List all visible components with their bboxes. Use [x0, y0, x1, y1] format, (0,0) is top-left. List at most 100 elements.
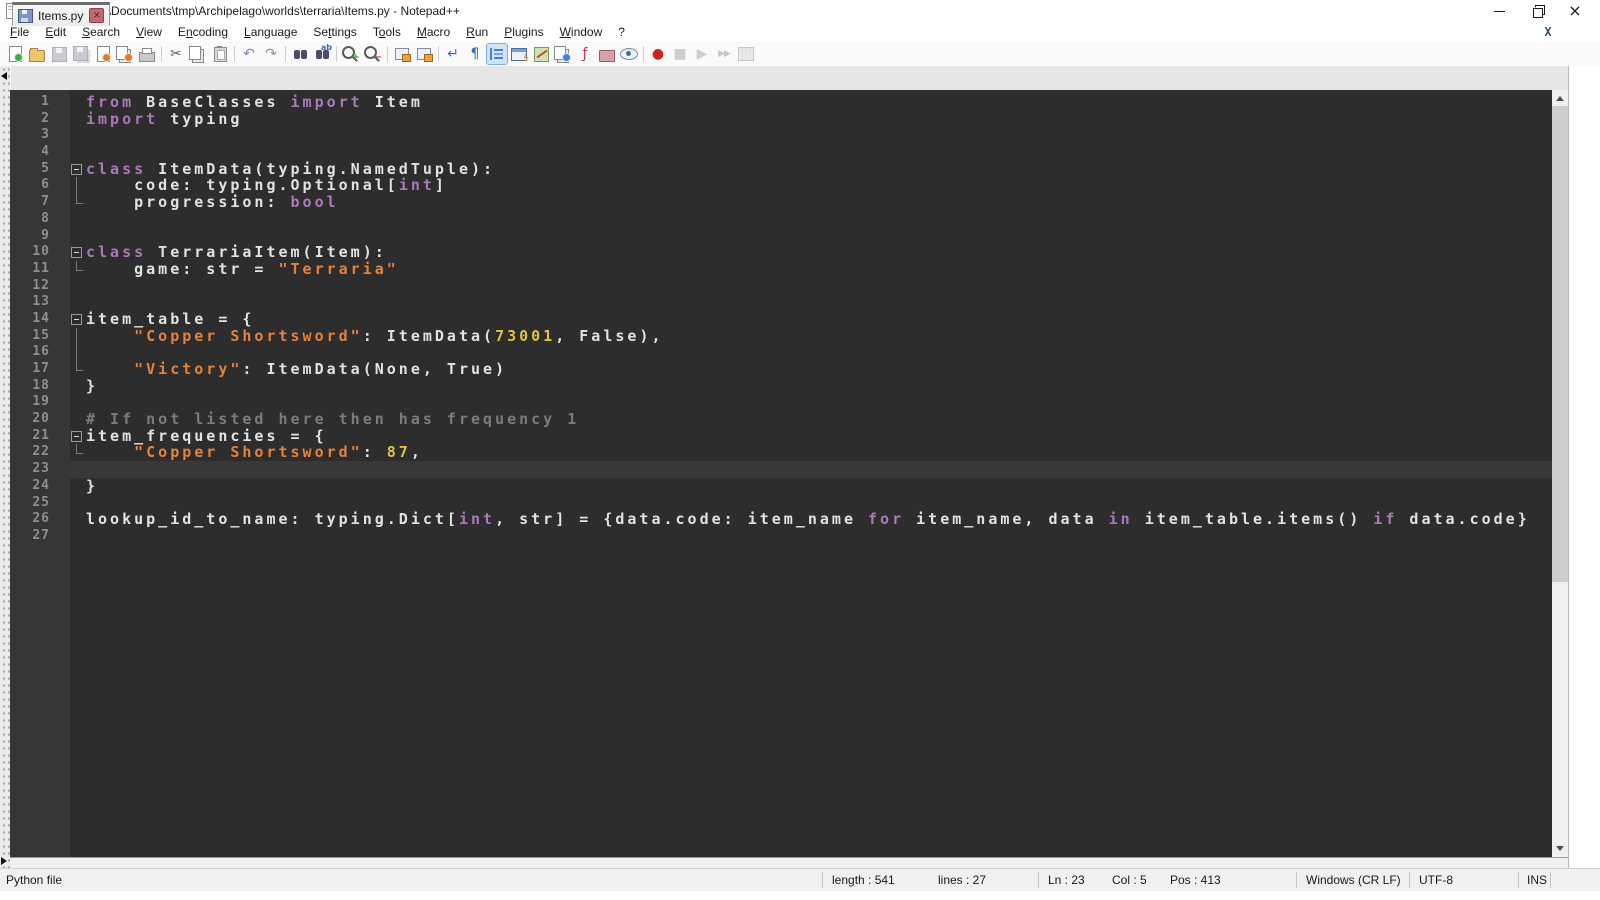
find-icon[interactable] — [290, 44, 310, 64]
line-number: 10 — [10, 244, 50, 261]
line-number: 4 — [10, 144, 50, 161]
menu-item-macro[interactable]: Macro — [409, 23, 458, 41]
tab-scroll-left-icon[interactable] — [1, 72, 7, 80]
tab-close-icon[interactable]: ✕ — [89, 8, 104, 23]
code-line-10: 10class TerrariaItem(Item): — [10, 244, 1552, 261]
zoom-in-icon[interactable]: + — [341, 44, 361, 64]
line-number: 3 — [10, 127, 50, 144]
close-file-icon[interactable] — [93, 44, 113, 64]
word-wrap-icon[interactable]: ↵ — [443, 44, 463, 64]
menu-item-tools[interactable]: Tools — [365, 23, 409, 41]
show-indent-guide-icon[interactable] — [487, 44, 507, 64]
status-column: Col : 5 — [1112, 873, 1147, 887]
code-lines: 1from BaseClasses import Item2import typ… — [10, 94, 1552, 545]
minimize-button[interactable] — [1480, 0, 1518, 22]
close-all-files-icon[interactable] — [115, 44, 135, 64]
replace-icon[interactable]: ab — [312, 44, 332, 64]
close-document-icon[interactable]: X — [1540, 24, 1556, 40]
macro-record-icon[interactable]: ● — [648, 44, 668, 64]
splitter-arrow-icon[interactable] — [1, 857, 7, 865]
macro-save-icon[interactable] — [736, 44, 756, 64]
copy-icon[interactable] — [188, 44, 208, 64]
fold-margin — [50, 528, 86, 545]
zoom-out-icon[interactable]: − — [363, 44, 383, 64]
menu-item-language[interactable]: Language — [236, 23, 305, 41]
line-number: 14 — [10, 311, 50, 328]
undo-icon[interactable]: ↶ — [239, 44, 259, 64]
document-list-icon[interactable] — [553, 44, 573, 64]
menu-item-plugins[interactable]: Plugins — [496, 23, 551, 41]
open-file-icon[interactable] — [27, 44, 47, 64]
macro-stop-icon[interactable]: ■ — [670, 44, 690, 64]
line-number: 5 — [10, 161, 50, 178]
scroll-down-icon[interactable] — [1552, 840, 1568, 857]
monitoring-icon[interactable] — [619, 44, 639, 64]
scrollbar-thumb[interactable] — [1552, 106, 1568, 582]
code-text: class ItemData(typing.NamedTuple): — [86, 161, 495, 178]
paste-icon[interactable] — [210, 44, 230, 64]
fold-marker[interactable] — [50, 428, 86, 445]
fold-margin — [50, 261, 86, 278]
new-file-icon[interactable] — [5, 44, 25, 64]
menu-item-settings[interactable]: Settings — [305, 23, 364, 41]
menu-item-run[interactable]: Run — [458, 23, 496, 41]
menu-item-encoding[interactable]: Encoding — [170, 23, 236, 41]
cut-icon[interactable]: ✂ — [166, 44, 186, 64]
code-line-19: 19 — [10, 394, 1552, 411]
save-file-icon[interactable] — [49, 44, 69, 64]
code-text: import typing — [86, 111, 242, 128]
code-text: lookup_id_to_name: typing.Dict[int, str]… — [86, 511, 1530, 528]
document-map-icon[interactable] — [531, 44, 551, 64]
code-line-18: 18} — [10, 378, 1552, 395]
code-line-24: 24} — [10, 478, 1552, 495]
line-number: 26 — [10, 511, 50, 528]
code-line-16: 16 — [10, 344, 1552, 361]
fold-margin — [50, 94, 86, 111]
status-lines: lines : 27 — [938, 873, 986, 887]
save-all-icon[interactable] — [71, 44, 91, 64]
fold-margin — [50, 278, 86, 295]
scroll-up-icon[interactable] — [1552, 90, 1568, 107]
toolbar-separator — [643, 46, 644, 62]
close-button[interactable]: × — [1556, 0, 1594, 22]
macro-run-multiple-icon[interactable]: ▶▶ — [714, 44, 734, 64]
menu-item-window[interactable]: Window — [552, 23, 611, 41]
line-number: 17 — [10, 361, 50, 378]
code-line-17: 17 "Victory": ItemData(None, True) — [10, 361, 1552, 378]
fold-marker[interactable] — [50, 161, 86, 178]
status-doc-type: Python file — [6, 873, 62, 887]
fold-margin — [50, 378, 86, 395]
line-number: 22 — [10, 444, 50, 461]
title-bar: C:\Users\Dood\Documents\tmp\Archipelago\… — [0, 0, 1600, 22]
macro-play-icon[interactable]: ▶ — [692, 44, 712, 64]
code-text: from BaseClasses import Item — [86, 94, 423, 111]
restore-button[interactable] — [1518, 0, 1556, 22]
status-insert-mode: INS — [1527, 873, 1547, 887]
folder-as-workspace-icon[interactable] — [597, 44, 617, 64]
fold-margin — [50, 294, 86, 311]
code-text: item_frequencies = { — [86, 428, 327, 445]
sync-vertical-scroll-icon[interactable] — [392, 44, 412, 64]
line-number: 11 — [10, 261, 50, 278]
menu-item-view[interactable]: View — [128, 23, 170, 41]
print-icon[interactable] — [137, 44, 157, 64]
function-list-icon[interactable]: ƒ — [575, 44, 595, 64]
saved-file-icon — [18, 9, 33, 23]
fold-margin — [50, 361, 86, 378]
menu-item-help[interactable]: ? — [610, 23, 633, 41]
user-defined-language-icon[interactable]: ϟ — [509, 44, 529, 64]
window-controls: × — [1480, 0, 1594, 22]
fold-marker[interactable] — [50, 244, 86, 261]
code-line-2: 2import typing — [10, 111, 1552, 128]
fold-marker[interactable] — [50, 311, 86, 328]
line-number: 27 — [10, 528, 50, 545]
vertical-scrollbar[interactable] — [1552, 90, 1568, 857]
sync-horizontal-scroll-icon[interactable] — [414, 44, 434, 64]
tab-items-py[interactable]: Items.py ✕ — [12, 2, 110, 26]
fold-margin — [50, 228, 86, 245]
editor-area[interactable]: 1from BaseClasses import Item2import typ… — [0, 90, 1568, 857]
redo-icon[interactable]: ↷ — [261, 44, 281, 64]
line-number: 18 — [10, 378, 50, 395]
fold-margin — [50, 461, 86, 478]
show-all-characters-icon[interactable]: ¶ — [465, 44, 485, 64]
